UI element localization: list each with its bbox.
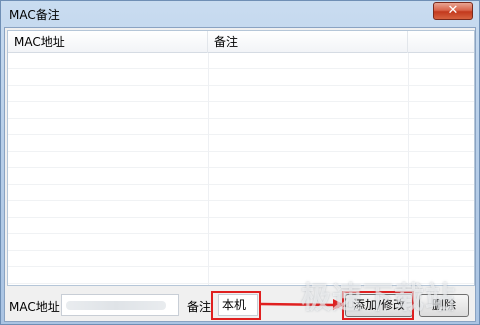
mac-value-blurred xyxy=(66,301,166,310)
list-row[interactable] xyxy=(8,86,474,102)
list-row[interactable] xyxy=(8,169,474,185)
list-row[interactable] xyxy=(8,53,474,69)
close-button[interactable]: ✕ xyxy=(433,2,473,20)
column-header-empty xyxy=(408,31,474,53)
close-icon: ✕ xyxy=(447,3,459,18)
list-row[interactable] xyxy=(8,235,474,251)
list-row[interactable] xyxy=(8,152,474,168)
mac-label: MAC地址 xyxy=(9,300,60,314)
title-bar[interactable]: MAC备注 ✕ xyxy=(1,1,479,27)
note-label: 备注 xyxy=(187,300,212,314)
column-header-note[interactable]: 备注 xyxy=(208,31,408,53)
list-row[interactable] xyxy=(8,103,474,119)
window-title: MAC备注 xyxy=(9,8,60,22)
mac-note-window: MAC备注 ✕ MAC地址 备注 MAC地址 备注 本机 添加/修改 删除 极速… xyxy=(0,0,480,325)
list-row[interactable] xyxy=(8,251,474,267)
list-row[interactable] xyxy=(8,185,474,201)
column-divider xyxy=(408,53,409,285)
list-row[interactable] xyxy=(8,70,474,86)
list-body[interactable] xyxy=(8,53,474,285)
watermark-logo: 极速下载站 xyxy=(301,281,456,316)
list-row[interactable] xyxy=(8,202,474,218)
note-highlight-box xyxy=(211,291,261,320)
list-row[interactable] xyxy=(8,136,474,152)
column-divider xyxy=(208,53,209,285)
mac-input[interactable] xyxy=(61,294,179,316)
list-header: MAC地址 备注 xyxy=(8,31,474,53)
column-header-mac[interactable]: MAC地址 xyxy=(8,31,208,53)
mac-list[interactable]: MAC地址 备注 xyxy=(7,30,475,286)
list-row[interactable] xyxy=(8,119,474,135)
list-row[interactable] xyxy=(8,218,474,234)
